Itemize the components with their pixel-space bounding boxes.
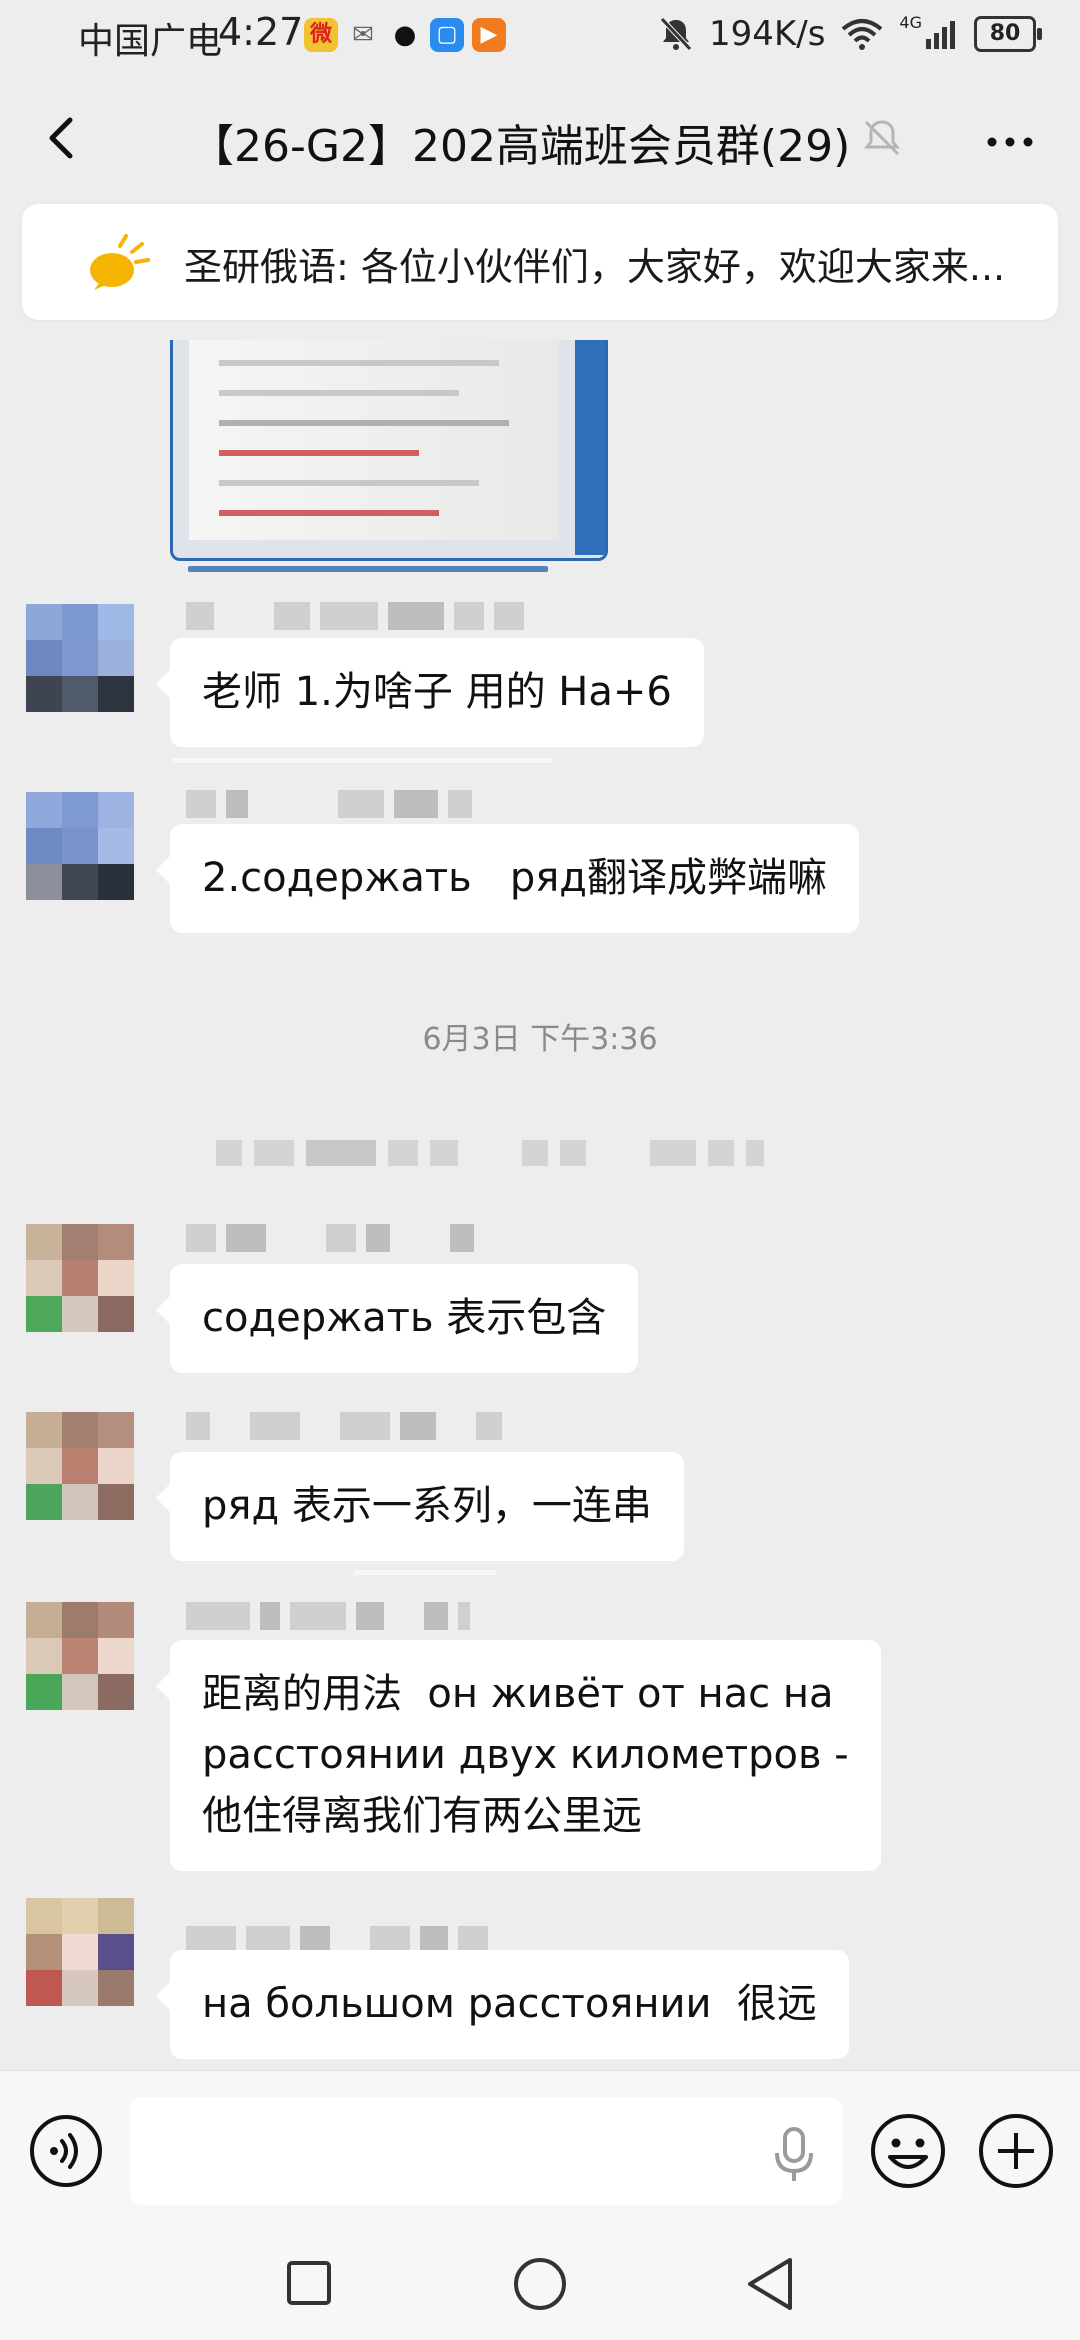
document-spine [575,340,605,555]
status-right: 194K/s 4G 80 [659,12,1042,54]
microphone-icon[interactable] [772,2127,816,2183]
message-item: 老师 1.为啥子 用的 Ha+6 [0,596,1080,756]
nav-back-icon[interactable] [744,2256,796,2312]
more-options-icon[interactable] [980,112,1040,172]
status-bar: 中国广电 4:27 微 ✉ ● ▢ ▶ 194K/s 4G 80 [0,0,1080,78]
sender-name [186,790,472,818]
clock: 4:27 [218,10,304,54]
video-app-icon: ▶ [472,18,506,52]
emoji-icon[interactable] [868,2111,948,2191]
message-item: 距离的用法 он живёт от нас на расстоянии двух… [0,1598,1080,1878]
message-bubble: на большом расстоянии 很远 [156,1950,849,2059]
carrier-label: 中国广电 [78,21,223,62]
mute-bell-icon [660,17,692,51]
message-item: содержать 表示包含 [0,1220,1080,1380]
image-underline [188,566,548,572]
battery-icon: 80 [974,16,1042,52]
add-attachment-icon[interactable] [976,2111,1056,2191]
mute-icon [863,120,901,156]
announcement-icon [90,234,150,290]
message-timestamp: 6月3日 下午3:36 [422,1022,658,1057]
separator [172,758,552,763]
sender-name [186,1602,470,1630]
message-bubble: 老师 1.为啥子 用的 Ha+6 [156,638,704,747]
system-navigation-bar [0,2230,1080,2340]
sender-name [186,1224,474,1252]
qq-icon: ● [388,18,422,52]
avatar[interactable] [26,1898,134,2006]
sender-name [186,602,524,630]
notification-icons: 微 ✉ ● ▢ ▶ [304,18,506,52]
avatar[interactable] [26,1602,134,1710]
back-arrow-icon[interactable] [36,108,96,168]
voice-mode-icon[interactable] [28,2113,104,2189]
sender-name [186,1412,502,1440]
document-thumbnail [189,340,559,540]
group-announcement[interactable]: 圣研俄语: 各位小伙伴们，大家好，欢迎大家来... [22,204,1058,320]
avatar[interactable] [26,1224,134,1332]
system-notice-blurred [216,1140,764,1166]
avatar[interactable] [26,604,134,712]
network-speed: 194K/s [709,14,826,54]
avatar[interactable] [26,792,134,900]
message-item: на большом расстоянии 很远 [0,1896,1080,2066]
signal-icon [926,21,955,49]
message-bubble: 距离的用法 он живёт от нас на расстоянии двух… [156,1640,881,1871]
recent-apps-icon[interactable] [286,2260,332,2306]
chat-input-bar [0,2070,1080,2231]
message-bubble: ряд 表示一系列，一连串 [156,1452,684,1561]
chat-header: 【26-G2】202高端班会员群(29) [0,78,1080,202]
message-item: 2.содержать ряд翻译成弊端嘛 [0,784,1080,944]
message-item: ряд 表示一系列，一连串 [0,1408,1080,1568]
chat-title: 【26-G2】202高端班会员群(29) [190,121,851,172]
message-bubble: 2.содержать ряд翻译成弊端嘛 [156,824,859,933]
message-input[interactable] [130,2097,842,2205]
announcement-text: 圣研俄语: 各位小伙伴们，大家好，欢迎大家来... [184,245,1006,289]
wifi-icon [842,19,883,50]
app-notification-icon: ▢ [430,18,464,52]
home-icon[interactable] [512,2256,568,2312]
wechat-icon: ✉ [346,18,380,52]
network-type: 4G [899,12,922,32]
separator [354,1570,496,1575]
message-bubble: содержать 表示包含 [155,1264,639,1373]
avatar[interactable] [26,1412,134,1520]
weibo-icon: 微 [304,18,338,52]
image-message[interactable] [170,340,608,561]
battery-level: 80 [989,21,1021,46]
